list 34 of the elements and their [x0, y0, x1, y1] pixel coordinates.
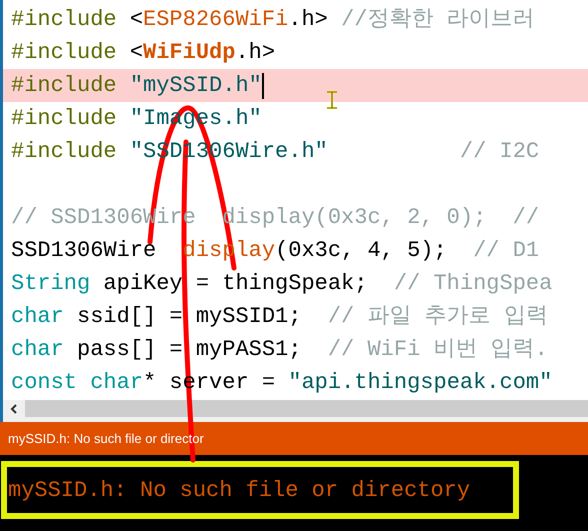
scroll-left-button[interactable] — [3, 400, 25, 417]
text-cursor-icon — [326, 91, 338, 109]
code-token: //정확한 라이브러 — [341, 6, 535, 34]
code-token: #include — [11, 6, 117, 34]
code-token: // D1 — [473, 237, 540, 265]
code-token: #include — [11, 138, 118, 166]
code-token: char — [11, 303, 64, 331]
code-token: .h> — [288, 6, 329, 34]
code-token: const char — [11, 369, 144, 397]
code-token: // ThingSpea — [394, 270, 552, 298]
code-token: // I2C — [458, 138, 540, 166]
code-token: #include — [11, 105, 118, 133]
code-token: ESP8266WiFi — [143, 6, 288, 34]
chevron-left-icon — [10, 404, 18, 414]
code-token: #include — [11, 39, 117, 67]
code-token: WiFiUdp — [143, 39, 236, 67]
code-token: < — [128, 6, 144, 34]
scrollbar-track[interactable] — [3, 400, 588, 417]
code-token: #include — [11, 72, 118, 100]
code-token: pass[] = myPASS1; — [76, 336, 302, 364]
error-message: mySSID.h: No such file or director — [8, 430, 204, 448]
code-token: char — [11, 336, 64, 364]
code-token: SSD1306Wire — [11, 237, 158, 265]
code-token: "mySSID.h" — [130, 72, 262, 100]
console-error-text: mySSID.h: No such file or directory — [7, 476, 472, 504]
code-token: // WiFi 비번 입력. — [328, 336, 548, 364]
code-token: apiKey = thingSpeak; — [102, 270, 368, 298]
code-token: ssid[] = mySSID1; — [76, 303, 302, 331]
code-token: < — [128, 39, 144, 67]
code-token: String — [11, 270, 90, 298]
code-token: .h> — [235, 39, 276, 67]
code-token: "api.thingspeak.com" — [288, 369, 552, 397]
code-token: // 파일 추가로 입력 — [328, 303, 548, 331]
code-token: (0x3c, 4, 5); — [275, 237, 448, 265]
